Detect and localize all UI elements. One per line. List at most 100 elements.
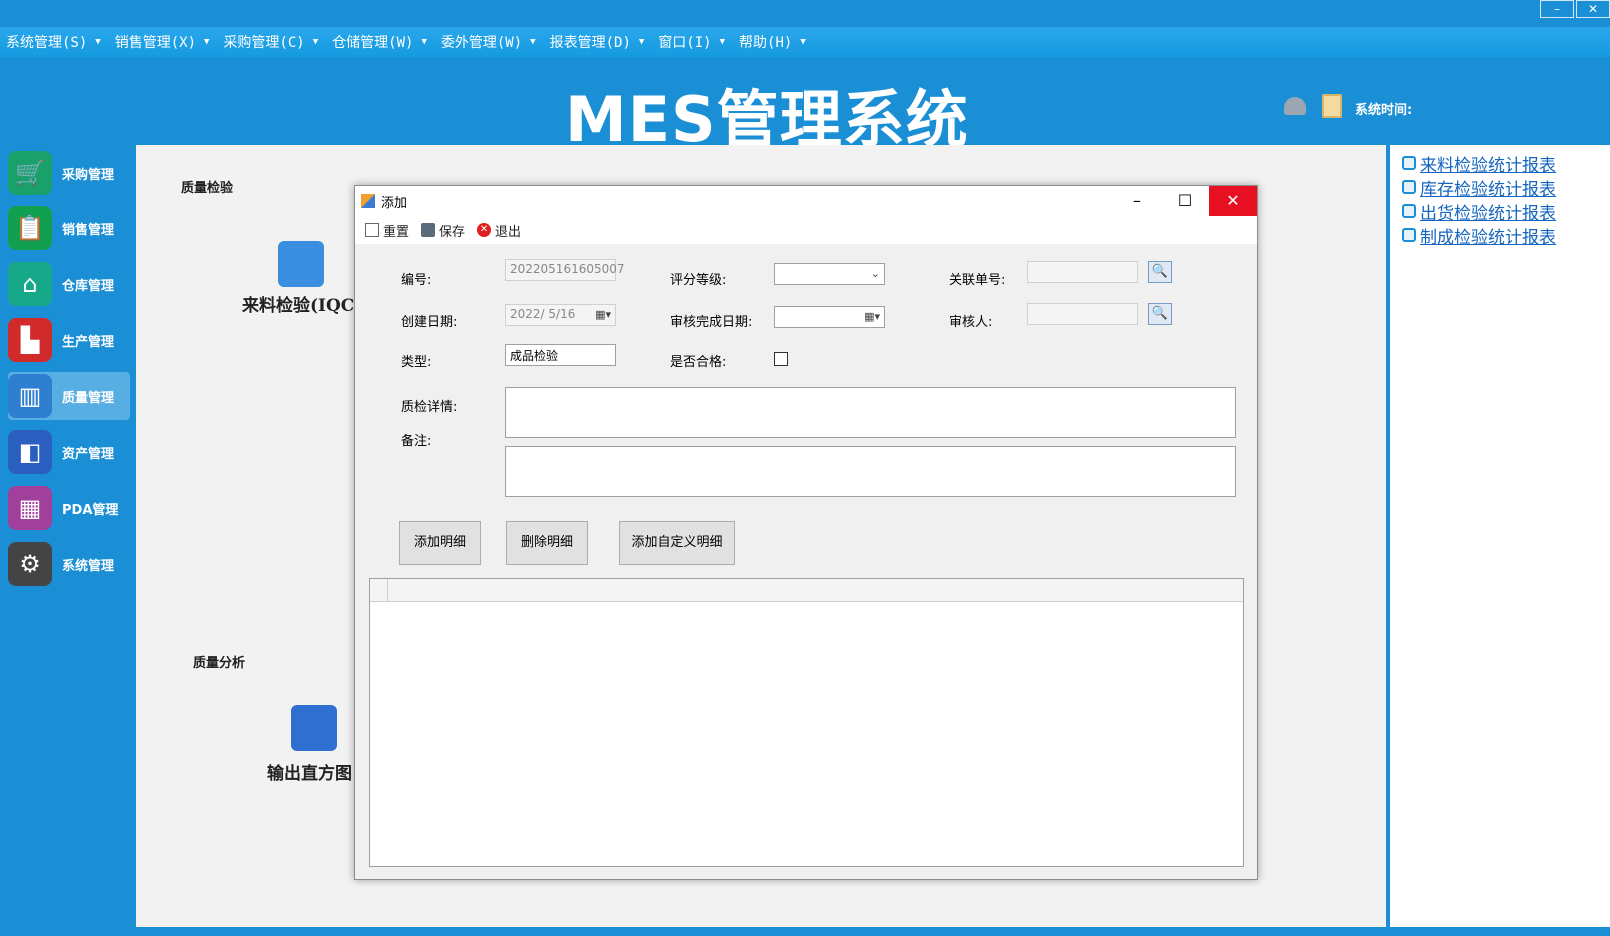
chevron-down-icon: ▼ (95, 37, 101, 47)
related-no-field[interactable] (1027, 261, 1138, 283)
cart-icon: 🛒 (8, 151, 52, 195)
rating-select[interactable]: ⌄ (774, 263, 885, 285)
menu-sales[interactable]: 销售管理(X) ▼ (109, 32, 218, 52)
window-controls: – ✕ (1540, 0, 1610, 18)
sidebar-item-production[interactable]: ▙ 生产管理 (8, 316, 130, 364)
chevron-down-icon: ▼ (719, 37, 726, 47)
inspection-clipboard-icon[interactable] (278, 241, 324, 287)
sidebar-item-warehouse[interactable]: ⌂ 仓库管理 (8, 260, 130, 308)
detail-grid[interactable] (369, 578, 1244, 867)
notepad-icon[interactable] (1322, 94, 1342, 118)
grid-header (370, 579, 1243, 602)
calendar-icon: ▦▾ (595, 308, 611, 321)
reset-button[interactable]: 重置 (365, 221, 409, 240)
shop-icon: ▥ (8, 374, 52, 418)
close-button[interactable]: ✕ (1576, 0, 1610, 18)
sidebar-item-assets[interactable]: ◧ 资产管理 (8, 428, 130, 476)
type-field[interactable]: 成品检验 (505, 344, 616, 366)
chevron-down-icon: ⌄ (870, 267, 880, 280)
review-date-label: 审核完成日期: (670, 315, 753, 330)
sidebar-item-system[interactable]: ⚙ 系统管理 (8, 540, 130, 588)
menu-window[interactable]: 窗口(I) ▼ (652, 32, 733, 52)
close-circle-icon: ✕ (477, 223, 492, 237)
qualified-label: 是否合格: (670, 355, 727, 370)
search-icon[interactable]: 🔍 (1148, 261, 1172, 283)
histogram-icon[interactable] (291, 705, 337, 751)
menu-system[interactable]: 系统管理(S) ▼ (0, 32, 109, 52)
menu-outsourcing[interactable]: 委外管理(W) ▼ (435, 32, 544, 52)
link-outgoing-inspection-report[interactable]: 出货检验统计报表 (1390, 199, 1610, 224)
link-incoming-inspection-report[interactable]: 来料检验统计报表 (1390, 151, 1610, 176)
dialog-toolbar: 重置 保存 ✕ 退出 (355, 216, 1257, 244)
section-title-quality-inspection: 质量检验 (181, 181, 234, 196)
floppy-icon (421, 223, 436, 237)
clipboard-icon: 📋 (8, 206, 52, 250)
menu-bar: 系统管理(S) ▼ 销售管理(X) ▼ 采购管理(C) ▼ 仓储管理(W) ▼ 委外管理… (0, 27, 1610, 57)
sidebar-item-sales[interactable]: 📋 销售管理 (8, 204, 130, 252)
reviewer-label: 审核人: (949, 315, 993, 330)
detail-textarea[interactable] (505, 387, 1236, 438)
bell-icon[interactable] (1284, 97, 1306, 115)
factory-icon: ▙ (8, 318, 52, 362)
menu-reports[interactable]: 报表管理(D) ▼ (544, 32, 653, 52)
presentation-icon: ◧ (8, 430, 52, 474)
dialog-title: 添加 (381, 195, 408, 211)
calculator-icon: ▦ (8, 486, 52, 530)
system-time-label: 系统时间: (1355, 103, 1413, 118)
delete-detail-button[interactable]: 删除明细 (506, 521, 588, 565)
detail-label: 质检详情: (401, 400, 458, 415)
calendar-icon: ▦▾ (864, 310, 880, 323)
reviewer-field[interactable] (1027, 303, 1138, 325)
review-date-picker[interactable]: ▦▾ (774, 306, 885, 328)
add-dialog: 添加 – ☐ ✕ 重置 保存 ✕ 退出 编号: 202205161605007 评… (354, 185, 1258, 880)
sidebar-item-quality[interactable]: ▥ 质量管理 (8, 372, 130, 420)
link-stock-inspection-report[interactable]: 库存检验统计报表 (1390, 175, 1610, 200)
section-title-quality-analysis: 质量分析 (193, 656, 246, 671)
sidebar-item-purchase[interactable]: 🛒 采购管理 (8, 149, 130, 197)
chevron-down-icon: ▼ (204, 37, 210, 47)
qualified-checkbox[interactable] (774, 352, 788, 366)
menu-purchase[interactable]: 采购管理(C) ▼ (217, 32, 326, 52)
exit-button[interactable]: ✕ 退出 (477, 221, 521, 240)
remark-label: 备注: (401, 434, 432, 449)
chevron-down-icon: ▼ (638, 37, 645, 47)
app-header: MES管理系统 系统时间: (0, 57, 1610, 156)
number-label: 编号: (401, 273, 432, 288)
minimize-button[interactable]: – (1540, 0, 1574, 18)
warehouse-icon: ⌂ (8, 262, 52, 306)
report-icon (1402, 204, 1416, 218)
dialog-maximize-button[interactable]: ☐ (1161, 186, 1209, 216)
grid-corner-cell[interactable] (370, 579, 388, 602)
menu-storage[interactable]: 仓储管理(W) ▼ (326, 32, 435, 52)
add-custom-detail-button[interactable]: 添加自定义明细 (619, 521, 735, 565)
tile-iqc-label[interactable]: 来料检验(IQC (242, 291, 354, 316)
remark-textarea[interactable] (505, 446, 1236, 497)
sidebar-item-pda[interactable]: ▦ PDA管理 (8, 484, 130, 532)
create-date-label: 创建日期: (401, 315, 458, 330)
link-process-inspection-report[interactable]: 制成检验统计报表 (1390, 223, 1610, 248)
app-icon (361, 194, 375, 208)
chevron-down-icon: ▼ (530, 37, 536, 47)
dialog-close-button[interactable]: ✕ (1209, 186, 1257, 216)
document-icon (365, 223, 379, 237)
number-field[interactable]: 202205161605007 (505, 259, 625, 281)
rating-label: 评分等级: (670, 273, 727, 288)
create-date-picker[interactable]: 2022/ 5/16 ▦▾ (505, 304, 616, 326)
report-icon (1402, 156, 1416, 170)
report-icon (1402, 228, 1416, 242)
menu-help[interactable]: 帮助(H) ▼ (733, 32, 814, 52)
report-links-panel: 来料检验统计报表 库存检验统计报表 出货检验统计报表 制成检验统计报表 (1388, 145, 1610, 927)
tile-histogram-label[interactable]: 输出直方图 (267, 759, 352, 784)
dialog-minimize-button[interactable]: – (1113, 186, 1161, 216)
type-label: 类型: (401, 355, 432, 370)
search-icon[interactable]: 🔍 (1148, 303, 1172, 325)
chevron-down-icon: ▼ (421, 37, 427, 47)
chevron-down-icon: ▼ (800, 37, 806, 47)
report-icon (1402, 180, 1416, 194)
chevron-down-icon: ▼ (312, 37, 319, 47)
related-no-label: 关联单号: (949, 273, 1006, 288)
add-detail-button[interactable]: 添加明细 (399, 521, 481, 565)
save-button[interactable]: 保存 (421, 221, 465, 240)
dialog-titlebar[interactable]: 添加 – ☐ ✕ (355, 186, 1257, 216)
sidebar: 🛒 采购管理 📋 销售管理 ⌂ 仓库管理 ▙ 生产管理 ▥ 质量管理 ◧ 资产管… (0, 145, 136, 927)
